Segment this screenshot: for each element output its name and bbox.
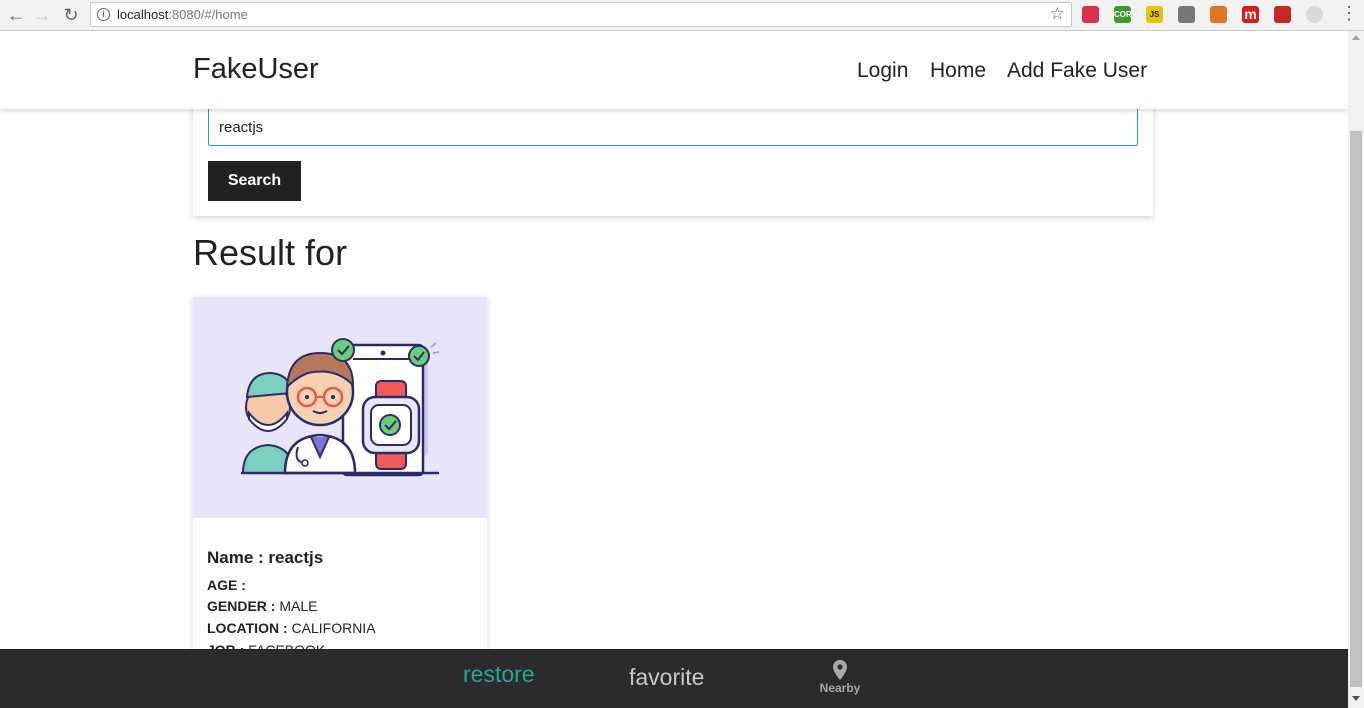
user-card[interactable]: Name : reactjs AGE : GENDER : MALE LOCAT… [193,297,487,697]
user-illustration [193,297,487,518]
nav-add-fake-user[interactable]: Add Fake User [1007,59,1147,83]
bookmark-star-icon[interactable]: ☆ [1050,4,1065,24]
tab-restore[interactable]: restore [463,661,535,688]
user-location-value: CALIFORNIA [291,620,376,636]
reload-icon[interactable]: ↻ [59,4,83,26]
user-age-label: AGE : [207,577,246,593]
pocket-icon[interactable] [1082,6,1099,23]
scroll-up-arrow-icon[interactable] [1352,35,1360,40]
scroll-down-arrow-icon[interactable] [1352,696,1360,701]
location-pin-icon [833,660,847,680]
nav-login[interactable]: Login [857,59,908,83]
cors-icon[interactable]: CORS [1114,6,1137,23]
scroll-thumb[interactable] [1350,131,1362,687]
bottom-navigation: restore favorite Nearby [0,649,1348,708]
user-location: LOCATION : CALIFORNIA [207,620,376,636]
app-header: FakeUser Login Home Add Fake User [0,31,1348,109]
user-name: Name : reactjs [207,548,324,567]
search-input[interactable] [208,108,1138,146]
ghost-icon[interactable] [1178,6,1195,23]
js-icon[interactable]: JS [1146,6,1163,23]
puzzle-icon[interactable] [1274,6,1291,23]
browser-toolbar: ← → ↻ i localhost:8080/#/home ☆ CORS JS … [0,0,1364,31]
user-gender-label: GENDER : [207,598,276,614]
m-icon[interactable]: m [1242,6,1259,23]
user-age: AGE : [207,577,246,593]
metamask-icon[interactable] [1210,6,1227,23]
forward-arrow-icon[interactable]: → [30,4,54,26]
back-arrow-icon[interactable]: ← [4,4,28,26]
nearby-label: Nearby [819,681,861,695]
nav-home[interactable]: Home [930,59,986,83]
search-button[interactable]: Search [208,161,301,201]
scrollbar[interactable] [1348,31,1364,708]
url-path: :8080/#/home [168,7,248,22]
disabled-icon[interactable] [1306,6,1323,23]
info-icon[interactable]: i [97,8,110,21]
page: Search FakeUser Login Home Add Fake User… [0,31,1348,708]
browser-menu-icon[interactable]: ⋮ [1340,3,1358,24]
url-text: localhost:8080/#/home [117,7,248,22]
user-location-label: LOCATION : [207,620,288,636]
brand-logo[interactable]: FakeUser [193,53,319,86]
tab-nearby[interactable]: Nearby [808,660,872,695]
tab-favorite[interactable]: favorite [629,664,704,691]
search-card: Search [193,91,1153,216]
result-title: Result for [193,232,348,273]
address-bar[interactable]: i localhost:8080/#/home ☆ [90,2,1072,27]
url-host: localhost [117,7,169,22]
user-gender-value: MALE [279,598,318,614]
user-gender: GENDER : MALE [207,598,317,614]
